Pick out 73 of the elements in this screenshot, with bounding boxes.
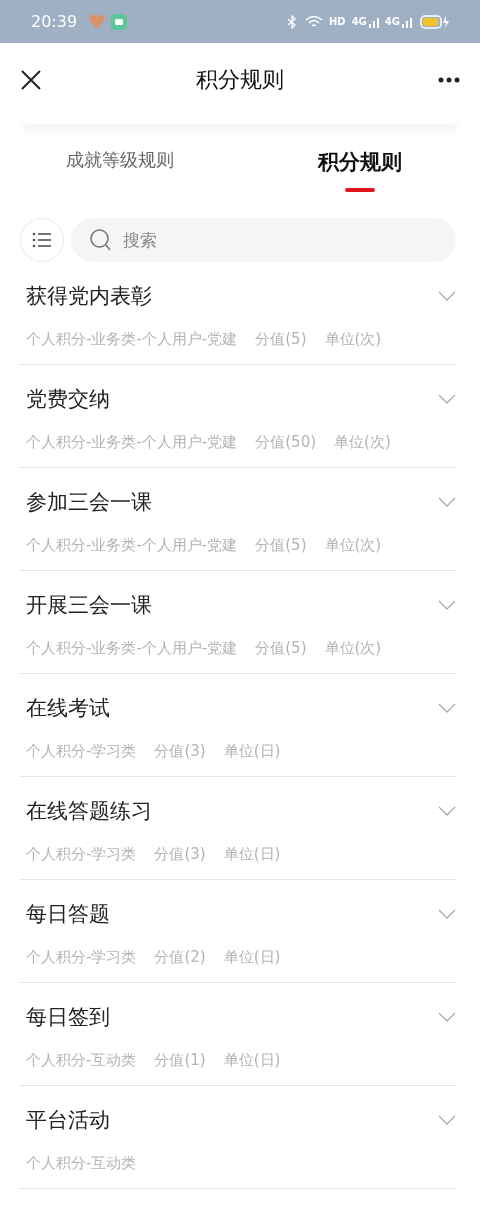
battery-icon	[420, 14, 450, 29]
network-label: 4G	[384, 16, 400, 27]
heart-icon	[89, 14, 106, 29]
rule-detail: 分值(5)	[255, 535, 307, 555]
tab-underline	[345, 188, 375, 192]
rule-row[interactable]: 在线答题练习 个人积分-学习类 分值(3) 单位(日)	[20, 777, 456, 880]
chevron-down-icon[interactable]	[438, 703, 456, 713]
rule-detail: 个人积分-学习类	[26, 844, 137, 864]
rule-title: 每日答题	[26, 901, 110, 928]
rule-title: 平台活动	[26, 1107, 110, 1134]
chevron-down-icon[interactable]	[438, 1012, 456, 1022]
status-time: 20:39	[31, 12, 78, 31]
rule-detail: 单位(日)	[223, 1050, 281, 1070]
rule-row[interactable]: 参加三会一课 个人积分-业务类-个人用户-党建 分值(5) 单位(次)	[20, 468, 456, 571]
wifi-icon	[305, 15, 323, 28]
rule-row[interactable]: 开展三会一课 个人积分-业务类-个人用户-党建 分值(5) 单位(次)	[20, 571, 456, 674]
rule-detail: 分值(50)	[255, 432, 317, 452]
rule-title: 在线考试	[26, 695, 110, 722]
bluetooth-icon	[287, 14, 297, 29]
rule-detail: 个人积分-学习类	[26, 947, 137, 967]
rule-title: 开展三会一课	[26, 592, 152, 619]
rule-detail: 单位(日)	[223, 741, 281, 761]
network-label: 4G	[351, 16, 367, 27]
rule-row[interactable]: 获得党内表彰 个人积分-业务类-个人用户-党建 分值(5) 单位(次)	[20, 262, 456, 365]
more-icon[interactable]	[438, 76, 460, 83]
chevron-down-icon[interactable]	[438, 291, 456, 301]
chevron-down-icon[interactable]	[438, 909, 456, 919]
rule-detail: 分值(5)	[255, 638, 307, 658]
rule-row[interactable]: 在线考试 个人积分-学习类 分值(3) 单位(日)	[20, 674, 456, 777]
rule-detail: 个人积分-业务类-个人用户-党建	[26, 432, 238, 452]
app-icon	[111, 13, 128, 30]
rule-detail: 单位(次)	[324, 329, 382, 349]
list-button[interactable]	[20, 218, 64, 262]
rule-detail: 个人积分-业务类-个人用户-党建	[26, 638, 238, 658]
rule-detail: 分值(1)	[154, 1050, 206, 1070]
rule-title: 党费交纳	[26, 386, 110, 413]
rule-detail: 个人积分-互动类	[26, 1050, 137, 1070]
rule-detail: 个人积分-学习类	[26, 741, 137, 761]
network-label: HD	[329, 16, 346, 27]
list-icon	[32, 232, 52, 248]
rule-detail: 个人积分-业务类-个人用户-党建	[26, 535, 238, 555]
rule-row[interactable]: 党费交纳 个人积分-业务类-个人用户-党建 分值(50) 单位(次)	[20, 365, 456, 468]
rule-detail: 个人积分-业务类-个人用户-党建	[26, 329, 238, 349]
rule-detail: 分值(2)	[154, 947, 206, 967]
rule-row[interactable]: 每日答题 个人积分-学习类 分值(2) 单位(日)	[20, 880, 456, 983]
rule-detail: 单位(次)	[324, 638, 382, 658]
rule-detail: 分值(3)	[154, 741, 206, 761]
page-title: 积分规则	[195, 65, 285, 94]
signal-icon	[402, 15, 412, 28]
rule-title: 每日签到	[26, 1004, 110, 1031]
search-field[interactable]: 搜索	[71, 218, 456, 262]
rule-detail: 单位(日)	[223, 844, 281, 864]
rule-detail: 单位(日)	[223, 947, 281, 967]
rule-row[interactable]: 平台活动 个人积分-互动类	[20, 1086, 456, 1189]
rule-title: 参加三会一课	[26, 489, 152, 516]
rule-detail: 单位(次)	[324, 535, 382, 555]
rule-title: 在线答题练习	[26, 798, 152, 825]
chevron-down-icon[interactable]	[438, 394, 456, 404]
close-icon[interactable]	[20, 68, 42, 91]
rule-detail: 个人积分-互动类	[26, 1153, 137, 1173]
tab[interactable]: 积分规则	[240, 124, 480, 200]
tab[interactable]: 成就等级规则	[0, 124, 240, 200]
rule-row[interactable]: 每日签到 个人积分-互动类 分值(1) 单位(日)	[20, 983, 456, 1086]
chevron-down-icon[interactable]	[438, 806, 456, 816]
rule-detail: 单位(次)	[334, 432, 391, 452]
search-icon	[89, 228, 113, 252]
rule-detail: 分值(3)	[154, 844, 206, 864]
chevron-down-icon[interactable]	[438, 1115, 456, 1125]
chevron-down-icon[interactable]	[438, 600, 456, 610]
rule-detail: 分值(5)	[255, 329, 307, 349]
signal-icon	[368, 15, 379, 28]
rule-title: 获得党内表彰	[26, 283, 152, 310]
chevron-down-icon[interactable]	[438, 497, 456, 507]
